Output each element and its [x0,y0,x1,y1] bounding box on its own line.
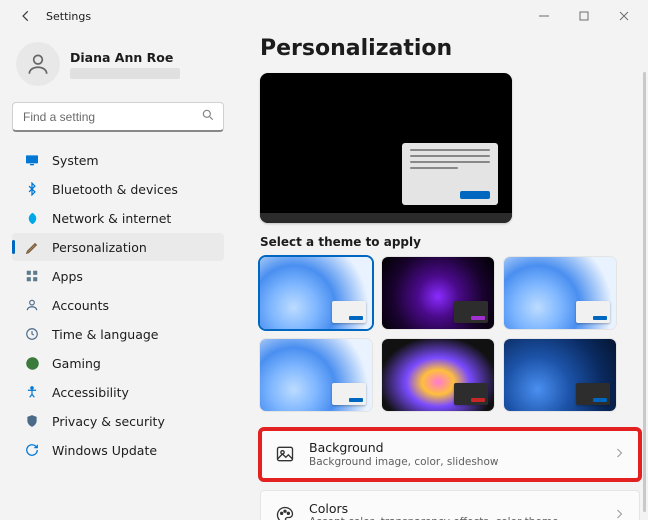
maximize-button[interactable] [564,2,604,30]
nav-label: Accessibility [52,385,129,400]
chevron-right-icon [613,447,625,462]
search-icon [201,108,215,125]
account-email-redacted [70,68,180,79]
option-subtitle: Background image, color, slideshow [309,456,498,469]
theme-grid [260,257,640,411]
apps-icon [24,268,40,284]
nav-label: System [52,153,99,168]
shield-icon [24,413,40,429]
window-title: Settings [46,10,91,23]
theme-light-alt[interactable] [504,257,616,329]
desktop-preview [260,73,512,223]
nav-label: Time & language [52,327,158,342]
close-button[interactable] [604,2,644,30]
accessibility-icon [24,384,40,400]
option-subtitle: Accent color, transparency effects, colo… [309,516,559,520]
titlebar: Settings [0,0,648,32]
sidebar-item-system[interactable]: System [12,146,224,174]
nav-label: Network & internet [52,211,171,226]
theme-glow[interactable] [382,257,494,329]
nav-label: Windows Update [52,443,157,458]
sidebar-item-privacy[interactable]: Privacy & security [12,407,224,435]
sidebar-item-network[interactable]: Network & internet [12,204,224,232]
nav-label: Accounts [52,298,109,313]
nav-list: System Bluetooth & devices Network & int… [12,146,224,464]
account-block[interactable]: Diana Ann Roe [12,36,224,100]
personalization-icon [24,239,40,255]
search-input[interactable] [21,109,195,125]
page-title: Personalization [260,36,640,61]
system-icon [24,152,40,168]
option-background[interactable]: Background Background image, color, slid… [260,429,640,480]
option-colors[interactable]: Colors Accent color, transparency effect… [260,490,640,520]
preview-taskbar [260,213,512,223]
theme-light-2[interactable] [260,339,372,411]
scrollbar[interactable] [643,72,646,512]
nav-label: Bluetooth & devices [52,182,178,197]
minimize-button[interactable] [524,2,564,30]
theme-dark-bloom[interactable] [504,339,616,411]
sidebar-item-gaming[interactable]: Gaming [12,349,224,377]
accounts-icon [24,297,40,313]
nav-label: Personalization [52,240,147,255]
gaming-icon [24,355,40,371]
clock-icon [24,326,40,342]
sidebar-item-personalization[interactable]: Personalization [12,233,224,261]
sidebar-item-accessibility[interactable]: Accessibility [12,378,224,406]
nav-label: Apps [52,269,83,284]
option-list: Background Background image, color, slid… [260,429,640,520]
sidebar-item-bluetooth[interactable]: Bluetooth & devices [12,175,224,203]
main-content: Personalization Select a theme to apply [232,32,648,520]
sidebar: Diana Ann Roe System Bluetooth & devices… [0,32,232,520]
bluetooth-icon [24,181,40,197]
back-button[interactable] [12,2,40,30]
sidebar-item-update[interactable]: Windows Update [12,436,224,464]
option-title: Background [309,440,498,456]
nav-label: Privacy & security [52,414,165,429]
palette-icon [275,505,295,520]
account-name: Diana Ann Roe [70,50,180,65]
sidebar-item-time[interactable]: Time & language [12,320,224,348]
option-title: Colors [309,501,559,517]
theme-captured-motion[interactable] [382,339,494,411]
avatar [16,42,60,86]
network-icon [24,210,40,226]
theme-section-label: Select a theme to apply [260,235,640,249]
preview-window [402,143,498,205]
sidebar-item-apps[interactable]: Apps [12,262,224,290]
image-icon [275,444,295,464]
search-box[interactable] [12,102,224,132]
theme-light-bloom[interactable] [260,257,372,329]
update-icon [24,442,40,458]
sidebar-item-accounts[interactable]: Accounts [12,291,224,319]
chevron-right-icon [613,508,625,520]
nav-label: Gaming [52,356,101,371]
